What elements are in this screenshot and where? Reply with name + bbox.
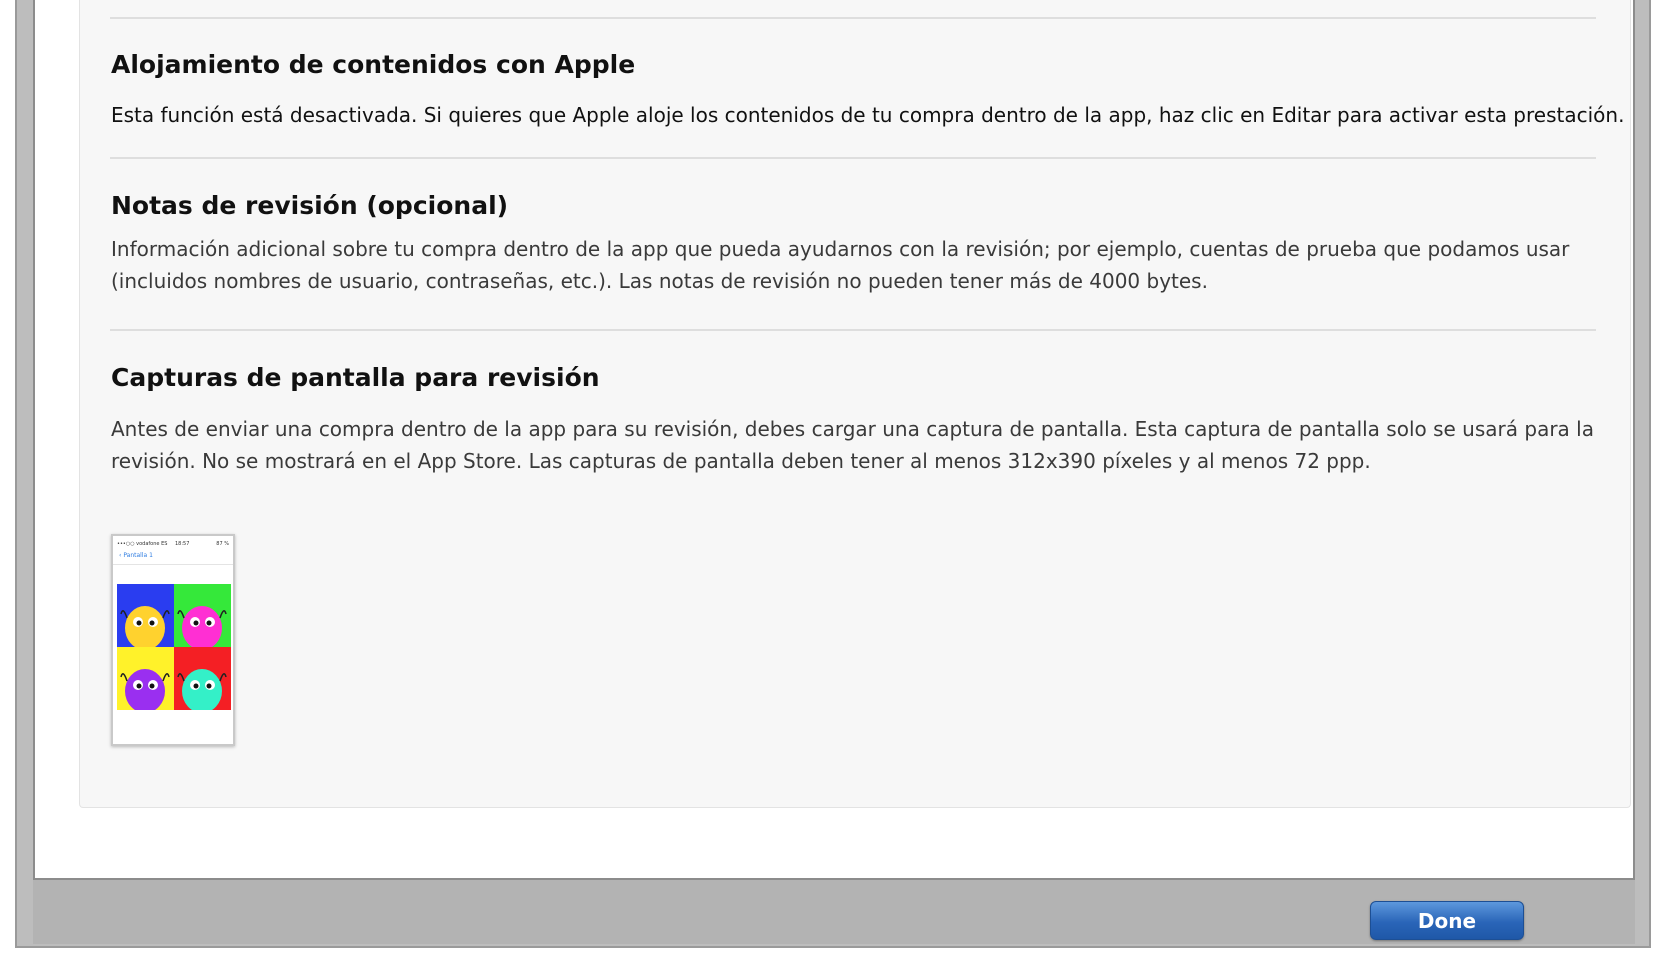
sheet-content: Alojamiento de contenidos con Apple Esta…	[33, 0, 1635, 880]
thumbnail-time: 18:57	[175, 541, 190, 547]
section-divider	[110, 17, 1596, 19]
character-icon	[117, 584, 174, 647]
review-notes-title: Notas de revisión (opcional)	[111, 191, 509, 220]
character-icon	[117, 647, 174, 710]
grid-cell	[174, 584, 231, 647]
sheet-window: Alojamiento de contenidos con Apple Esta…	[15, 0, 1651, 948]
done-button[interactable]: Done	[1370, 901, 1524, 940]
review-notes-text-line2: (incluidos nombres de usuario, contraseñ…	[111, 269, 1208, 293]
details-panel: Alojamiento de contenidos con Apple Esta…	[79, 0, 1631, 808]
chevron-left-icon: ‹	[119, 552, 122, 559]
grid-cell	[117, 584, 174, 647]
character-icon	[174, 584, 231, 647]
review-screenshot-thumbnail[interactable]: •••○○ vodafone ES 18:57 87 % ‹ Pantalla …	[111, 534, 235, 746]
hosting-section-text: Esta función está desactivada. Si quiere…	[111, 103, 1625, 127]
review-screenshots-text-line2: revisión. No se mostrará en el App Store…	[111, 449, 1371, 473]
hosting-section-title: Alojamiento de contenidos con Apple	[111, 50, 636, 79]
section-divider	[110, 157, 1596, 159]
review-notes-text-line1: Información adicional sobre tu compra de…	[111, 237, 1570, 261]
thumbnail-battery: 87 %	[216, 541, 229, 547]
character-icon	[174, 647, 231, 710]
thumbnail-nav-divider	[113, 564, 233, 565]
review-screenshots-title: Capturas de pantalla para revisión	[111, 363, 600, 392]
thumbnail-back-label: Pantalla 1	[123, 552, 153, 559]
grid-cell	[117, 647, 174, 710]
grid-cell	[174, 647, 231, 710]
thumbnail-status-bar: •••○○ vodafone ES 18:57 87 %	[117, 541, 229, 548]
thumbnail-nav: ‹ Pantalla 1	[119, 552, 153, 559]
thumbnail-image-grid	[117, 584, 231, 710]
review-screenshots-text-line1: Antes de enviar una compra dentro de la …	[111, 417, 1594, 441]
section-divider	[110, 329, 1596, 331]
thumbnail-carrier: •••○○ vodafone ES	[117, 541, 168, 547]
